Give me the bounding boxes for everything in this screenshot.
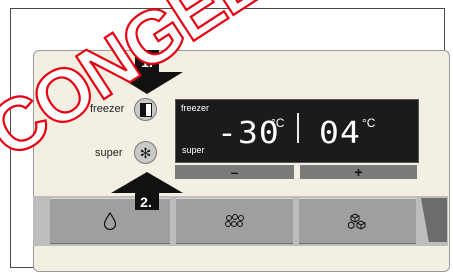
step-2-arrow: 2.: [111, 172, 183, 210]
step-2-label: 2.: [140, 194, 152, 210]
congelat-watermark: CONGELAT: [0, 0, 350, 173]
